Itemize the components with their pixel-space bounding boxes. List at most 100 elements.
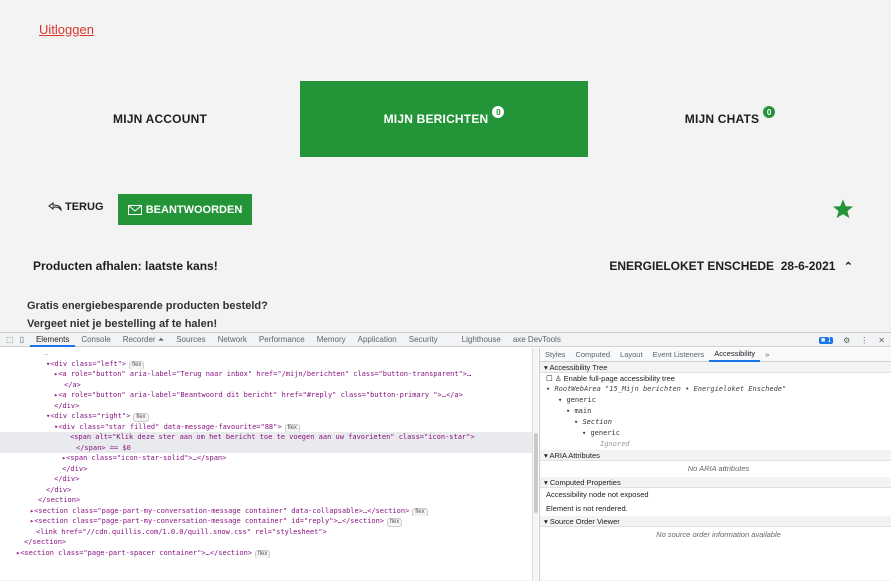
aria-empty-text: No ARIA attributes — [687, 464, 750, 473]
dom-line[interactable]: ▾<div class="left"> flex — [0, 359, 535, 369]
dom-text: <section class="page-part-my-conversatio… — [34, 506, 410, 515]
tab-lighthouse[interactable]: Lighthouse — [456, 335, 507, 344]
tab-recorder[interactable]: Recorder ⏶ — [117, 335, 171, 345]
section-header[interactable]: ▾ ARIA Attributes — [540, 450, 891, 461]
dom-text: </div> — [54, 401, 80, 410]
flex-badge[interactable]: flex — [133, 413, 149, 422]
issues-count: 1 — [827, 336, 832, 344]
tab-security[interactable]: Security — [403, 335, 444, 344]
tree-node[interactable]: ▾ main — [540, 406, 891, 417]
tab-computed[interactable]: Computed — [570, 350, 615, 359]
dom-text: <div class="right"> — [50, 412, 131, 420]
dom-line-selected[interactable]: <span alt="Klik deze ster aan om het ber… — [0, 432, 535, 443]
person-icon: ♙ — [554, 374, 562, 383]
tree-node: RootWebArea "15_Mijn berichten • Energie… — [554, 385, 787, 393]
message-subject: Producten afhalen: laatste kans! — [33, 259, 218, 273]
devtools-panel: ⬚ ▯ Elements Console Recorder ⏶ Sources … — [0, 332, 891, 581]
tree-node[interactable]: ▾ Section — [540, 417, 891, 428]
tab-memory[interactable]: Memory — [311, 335, 352, 344]
dom-line[interactable]: ▸<section class="page-part-my-conversati… — [0, 506, 535, 516]
elements-scrollbar[interactable] — [532, 348, 538, 581]
dom-line[interactable]: ▸<a role="button" aria-label="Beantwoord… — [0, 390, 535, 401]
flex-badge[interactable]: flex — [129, 360, 145, 369]
dom-line-selected[interactable]: </span> == $0 — [0, 442, 535, 453]
dom-text: </span> == $0 — [76, 443, 131, 452]
message-date: 28-6-2021 — [780, 259, 836, 273]
favourite-star-icon[interactable] — [832, 198, 854, 220]
dom-text: </a> — [64, 380, 81, 389]
dom-line[interactable]: </section> — [0, 537, 535, 548]
more-tabs-button[interactable]: » — [760, 350, 774, 359]
dom-text: </div> — [54, 475, 80, 483]
tree-root[interactable]: ▾ RootWebArea "15_Mijn berichten • Energ… — [540, 384, 891, 395]
tree-node-label: main — [574, 407, 592, 415]
section-header[interactable]: ▾ Source Order Viewer — [540, 516, 891, 527]
dom-line[interactable]: </div> — [0, 464, 535, 475]
tab-console[interactable]: Console — [75, 335, 116, 344]
dom-line[interactable]: ▸<span class="icon-star-solid">…</span> — [0, 453, 535, 464]
dom-line[interactable]: </section> — [0, 495, 535, 506]
back-label: TERUG — [65, 201, 104, 213]
tab-performance[interactable]: Performance — [253, 335, 311, 344]
tree-node-label: generic — [590, 429, 620, 437]
tab-sources[interactable]: Sources — [170, 335, 211, 344]
tab-network[interactable]: Network — [212, 335, 253, 344]
flex-badge[interactable]: flex — [255, 549, 271, 558]
tab-application[interactable]: Application — [352, 335, 403, 344]
back-button[interactable]: TERUG — [48, 201, 104, 213]
tree-node[interactable]: ▾ generic — [540, 395, 891, 406]
tab-mijn-account[interactable]: MIJN ACCOUNT — [60, 81, 260, 157]
logout-link[interactable]: Uitloggen — [39, 22, 94, 37]
section-header[interactable]: ▾ Computed Properties — [540, 477, 891, 488]
dom-line[interactable]: </div> — [0, 485, 535, 496]
sender-name: ENERGIELOKET ENSCHEDE — [609, 259, 775, 273]
tab-event-listeners[interactable]: Event Listeners — [648, 350, 710, 359]
tab-mijn-chats[interactable]: MIJN CHATS 0 — [630, 81, 830, 157]
tab-label: MIJN CHATS — [684, 112, 760, 126]
dom-text: </div> — [62, 464, 88, 473]
more-options-icon[interactable]: ⋮ — [860, 336, 868, 345]
inspect-icon[interactable]: ⬚ — [6, 335, 14, 344]
chat-badge: 0 — [763, 106, 776, 118]
dom-text: <div class="star filled" data-message-fa… — [58, 422, 282, 431]
issues-badge[interactable]: ■ 1 — [819, 336, 834, 344]
back-arrow-icon — [48, 202, 62, 212]
dom-line: … — [44, 349, 49, 357]
dom-line[interactable]: ▸<section class="page-part-spacer contai… — [0, 548, 535, 558]
tab-accessibility[interactable]: Accessibility — [709, 348, 761, 362]
chevron-up-icon[interactable]: ⌃ — [844, 260, 853, 273]
dom-line[interactable]: ▸<a role="button" aria-label="Terug naar… — [0, 369, 535, 380]
side-pane-tabs: Styles Computed Layout Event Listeners A… — [540, 348, 891, 362]
elements-dom-tree[interactable]: … ▾<div class="left"> flex ▸<a role="butt… — [0, 348, 535, 581]
reply-button[interactable]: BEANTWOORDEN — [118, 194, 252, 225]
reply-label: BEANTWOORDEN — [145, 203, 243, 216]
tree-node[interactable]: ▾ generic — [540, 428, 891, 439]
dom-line[interactable]: ▸<section class="page-part-my-conversati… — [0, 516, 535, 527]
device-toggle-icon[interactable]: ▯ — [20, 335, 24, 344]
tab-styles[interactable]: Styles — [540, 350, 570, 359]
dom-line[interactable]: <link href="//cdn.quillis.com/1.0.0/quil… — [0, 527, 535, 538]
settings-gear-icon[interactable]: ⚙ — [843, 336, 850, 345]
dom-line[interactable]: ▾<div class="star filled" data-message-f… — [0, 422, 535, 432]
section-header[interactable]: ▾ Accessibility Tree — [540, 362, 891, 373]
flex-badge[interactable]: flex — [284, 423, 300, 432]
source-order-empty-text: No source order information available — [656, 530, 781, 539]
dom-line[interactable]: </div> — [0, 474, 535, 485]
close-icon[interactable]: ✕ — [878, 336, 885, 345]
scrollbar-thumb[interactable] — [534, 433, 538, 513]
tab-layout[interactable]: Layout — [615, 350, 648, 359]
dom-line[interactable]: </a> — [0, 380, 535, 391]
side-pane: Styles Computed Layout Event Listeners A… — [539, 348, 891, 581]
flex-badge[interactable]: flex — [412, 507, 428, 516]
tab-axe-devtools[interactable]: axe DevTools — [507, 335, 567, 344]
dom-line[interactable]: </div> — [0, 401, 535, 412]
section-title: Computed Properties — [549, 478, 621, 487]
tab-label: MIJN ACCOUNT — [113, 112, 207, 126]
flex-badge[interactable]: flex — [387, 518, 403, 527]
enable-tree-checkbox[interactable]: ☐ ♙ Enable full-page accessibility tree — [540, 373, 891, 384]
tab-mijn-berichten[interactable]: MIJN BERICHTEN 0 — [300, 81, 588, 157]
devtools-tabbar: ⬚ ▯ Elements Console Recorder ⏶ Sources … — [0, 333, 891, 347]
dom-line[interactable]: ▾<div class="right"> flex — [0, 411, 535, 422]
message-sender[interactable]: ENERGIELOKET ENSCHEDE 28-6-2021 ⌃ — [609, 259, 853, 273]
tab-elements[interactable]: Elements — [29, 333, 76, 347]
